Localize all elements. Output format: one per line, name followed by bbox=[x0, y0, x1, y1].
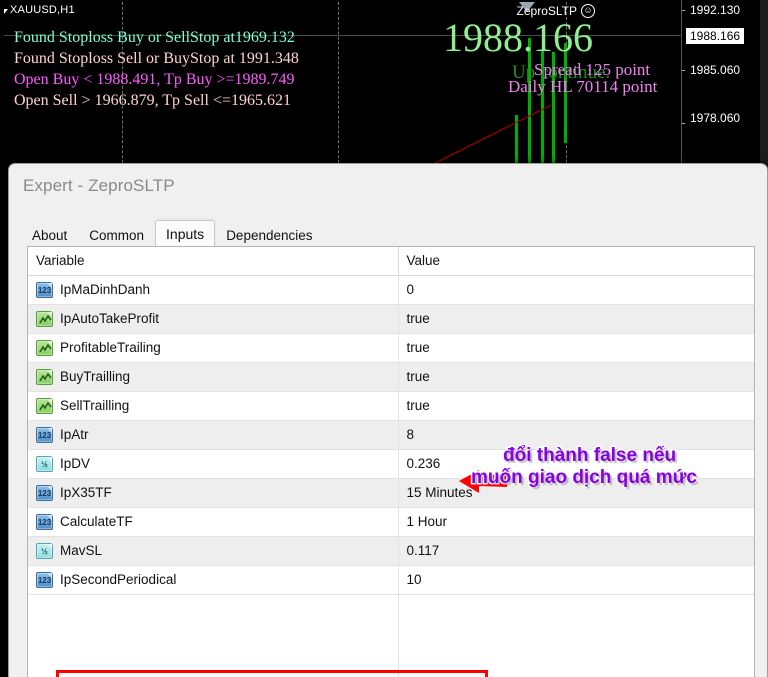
chart-messages: Found Stoploss Buy or SellStop at1969.13… bbox=[14, 27, 299, 111]
daily-hl-label: Daily HL 70114 point bbox=[508, 77, 658, 96]
current-price-display: 1988.166 bbox=[443, 15, 593, 60]
chart-message-3: Open Buy < 1988.491, Tp Buy >=1989.749 bbox=[14, 71, 295, 88]
variable-name: MavSL bbox=[60, 543, 103, 558]
table-header-row: Variable Value bbox=[28, 247, 754, 276]
int-type-icon: 123 bbox=[36, 281, 53, 298]
table-row[interactable]: IpAutoTakeProfit true bbox=[28, 304, 754, 334]
cell-variable[interactable]: BuyTrailling bbox=[28, 362, 399, 392]
price-scale[interactable]: 1992.130 1988.166 1985.060 1978.060 bbox=[681, 0, 768, 170]
table-row[interactable]: ½ MavSL 0.117 bbox=[28, 536, 754, 566]
tab-inputs[interactable]: Inputs bbox=[155, 220, 216, 246]
cell-variable[interactable]: ½ IpDV bbox=[28, 449, 399, 479]
cell-value[interactable]: true bbox=[398, 304, 754, 334]
chart-right-edge bbox=[760, 0, 768, 170]
cell-value[interactable]: 0.117 bbox=[398, 536, 754, 566]
dialog-title: Expert - ZeproSLTP bbox=[23, 176, 175, 195]
price-tick-label: 1992.130 bbox=[690, 3, 741, 17]
cell-value[interactable]: 1 Hour bbox=[398, 507, 754, 537]
variable-name: IpAutoTakeProfit bbox=[60, 311, 160, 326]
table-row[interactable]: ProfitableTrailing true bbox=[28, 333, 754, 363]
cell-variable[interactable]: IpAutoTakeProfit bbox=[28, 304, 399, 334]
cell-variable[interactable]: 123 IpSecondPeriodical bbox=[28, 565, 399, 595]
cell-variable[interactable]: 123 CalculateTF bbox=[28, 507, 399, 537]
cell-variable[interactable]: 123 IpMaDinhDanh bbox=[28, 275, 399, 305]
chart-message-1: Found Stoploss Buy or SellStop at1969.13… bbox=[14, 29, 295, 46]
table-row[interactable]: SellTrailling true bbox=[28, 391, 754, 421]
double-type-icon: ½ bbox=[36, 542, 53, 559]
table-row[interactable]: 123 CalculateTF 1 Hour bbox=[28, 507, 754, 537]
variable-name: BuyTrailling bbox=[60, 369, 131, 384]
variable-name: IpMaDinhDanh bbox=[60, 282, 151, 297]
cell-value[interactable]: true bbox=[398, 391, 754, 421]
cell-variable[interactable]: ProfitableTrailing bbox=[28, 333, 399, 363]
tab-dependencies[interactable]: Dependencies bbox=[215, 224, 323, 246]
int-type-icon: 123 bbox=[36, 484, 53, 501]
variable-name: IpSecondPeriodical bbox=[60, 572, 177, 587]
table-empty-area[interactable] bbox=[28, 594, 754, 677]
chevron-down-icon[interactable] bbox=[4, 9, 8, 14]
price-current-label: 1988.166 bbox=[686, 28, 745, 44]
variable-name: SellTrailling bbox=[60, 398, 130, 413]
annotation-text: đổi thành false nếu muốn giao dịch quá m… bbox=[470, 444, 699, 490]
symbol-label: XAUUSD,H1 bbox=[4, 4, 75, 16]
cell-value[interactable]: 10 bbox=[398, 565, 754, 595]
price-tick-label: 1985.060 bbox=[690, 63, 741, 77]
chart-message-4: Open Sell > 1966.879, Tp Sell <=1965.621 bbox=[14, 92, 291, 109]
cell-variable[interactable]: 123 IpX35TF bbox=[28, 478, 399, 508]
int-type-icon: 123 bbox=[36, 571, 53, 588]
table-row[interactable]: BuyTrailling true bbox=[28, 362, 754, 392]
int-type-icon: 123 bbox=[36, 426, 53, 443]
variable-name: IpX35TF bbox=[60, 485, 112, 500]
expert-properties-dialog[interactable]: Expert - ZeproSLTP About Common Inputs D… bbox=[8, 163, 768, 677]
int-type-icon: 123 bbox=[36, 513, 53, 530]
column-header-value[interactable]: Value bbox=[398, 247, 754, 276]
double-type-icon: ½ bbox=[36, 455, 53, 472]
annotation-line-2: muốn giao dịch quá mức bbox=[470, 466, 699, 490]
bool-type-icon bbox=[36, 310, 53, 327]
variable-name: IpDV bbox=[60, 456, 91, 471]
tab-about[interactable]: About bbox=[21, 224, 78, 246]
cell-value[interactable]: true bbox=[398, 362, 754, 392]
table-row[interactable]: 123 IpSecondPeriodical 10 bbox=[28, 565, 754, 595]
cell-variable[interactable]: ½ MavSL bbox=[28, 536, 399, 566]
cell-variable[interactable]: SellTrailling bbox=[28, 391, 399, 421]
tab-common[interactable]: Common bbox=[78, 224, 155, 246]
variable-name: IpAtr bbox=[60, 427, 89, 442]
chart-canvas[interactable]: XAUUSD,H1 Found Stoploss Buy or SellStop… bbox=[4, 2, 681, 168]
table-row[interactable]: 123 IpMaDinhDanh 0 bbox=[28, 275, 754, 305]
chart-gridline bbox=[338, 2, 339, 168]
price-tick-label: 1978.060 bbox=[690, 111, 741, 125]
bool-type-icon bbox=[36, 368, 53, 385]
cell-variable[interactable]: 123 IpAtr bbox=[28, 420, 399, 450]
annotation-line-1: đổi thành false nếu bbox=[501, 444, 677, 468]
bool-type-icon bbox=[36, 397, 53, 414]
variable-name: ProfitableTrailing bbox=[60, 340, 161, 355]
chart-message-2: Found Stoploss Sell or BuyStop at 1991.3… bbox=[14, 50, 299, 67]
symbol-text: XAUUSD,H1 bbox=[10, 4, 75, 16]
column-header-variable[interactable]: Variable bbox=[28, 247, 399, 276]
bool-type-icon bbox=[36, 339, 53, 356]
trading-chart[interactable]: XAUUSD,H1 Found Stoploss Buy or SellStop… bbox=[0, 0, 768, 170]
cell-value[interactable]: 0 bbox=[398, 275, 754, 305]
tab-strip[interactable]: About Common Inputs Dependencies bbox=[21, 220, 324, 246]
variable-name: CalculateTF bbox=[60, 514, 133, 529]
cell-value[interactable]: true bbox=[398, 333, 754, 363]
screenshot-root: XAUUSD,H1 Found Stoploss Buy or SellStop… bbox=[0, 0, 768, 677]
trend-line bbox=[434, 104, 552, 164]
